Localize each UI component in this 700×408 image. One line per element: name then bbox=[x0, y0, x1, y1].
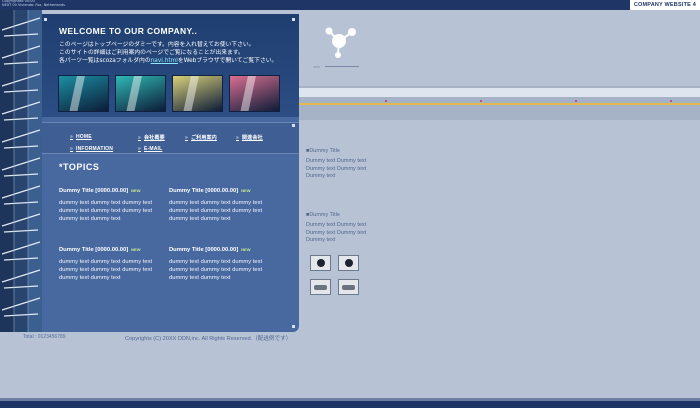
stripe-yellow-line bbox=[299, 103, 700, 105]
side-box-text: Dummy text Dummy text Dummy text Dummy t… bbox=[306, 222, 367, 243]
topic-body: dummy text dummy text dummy text dummy t… bbox=[169, 259, 263, 282]
topics-heading: *TOPICS bbox=[59, 162, 100, 172]
nav-arrow-icon: » bbox=[138, 146, 141, 152]
nav-label: ご利用案内 bbox=[190, 135, 217, 141]
nav-label: 会社概要 bbox=[143, 135, 165, 141]
corner-mark bbox=[292, 124, 295, 127]
building-thumbnail[interactable] bbox=[229, 75, 280, 112]
topic-item: Dummy Title [0000.00.00] NEW dummy text d… bbox=[169, 247, 269, 282]
nav-company-profile[interactable]: » 会社概要 bbox=[138, 134, 165, 141]
site-name-badge: COMPANY WEBSITE 4 bbox=[629, 0, 700, 10]
topic-body: dummy text dummy text dummy text dummy t… bbox=[59, 259, 153, 282]
stripe-highlight bbox=[299, 88, 700, 97]
device-thumbnail[interactable] bbox=[310, 279, 331, 295]
stripe-dot bbox=[575, 100, 577, 102]
side-box-heading: ■Dummy Title bbox=[306, 212, 340, 218]
building-thumbnail[interactable] bbox=[172, 75, 223, 112]
new-badge: NEW bbox=[131, 247, 141, 252]
side-box-1: ■Dummy Title Dummy text Dummy text Dummy… bbox=[306, 148, 368, 181]
nav-arrow-icon: » bbox=[70, 146, 73, 152]
topic-title[interactable]: Dummy Title [0000.00.00] bbox=[59, 188, 128, 194]
intro-line-3: 各パーツ一覧はscozaフォルダ内のnavi.htmlをWebブラウザで開いてご… bbox=[59, 57, 289, 65]
building-image bbox=[0, 10, 42, 332]
new-badge: NEW bbox=[131, 188, 141, 193]
side-box-2: ■Dummy Title Dummy text Dummy text Dummy… bbox=[306, 212, 368, 245]
stripe-dot bbox=[385, 100, 387, 102]
topic-body: dummy text dummy text dummy text dummy t… bbox=[169, 200, 263, 223]
intro-text: このページはトップページのダミーです。内容を入れ替えてお使い下さい。 このサイト… bbox=[59, 41, 289, 65]
nav-label: 関連会社 bbox=[241, 135, 263, 141]
topic-title[interactable]: Dummy Title [0000.00.00] bbox=[169, 247, 238, 253]
top-bar-tiny-text: Copyrighted 00:00 NEXT 00 Vivienda: Fox,… bbox=[2, 0, 65, 7]
nav-label: HOME bbox=[75, 134, 92, 140]
device-thumbnail[interactable] bbox=[338, 279, 359, 295]
corner-mark bbox=[292, 18, 295, 21]
nav-affiliates[interactable]: » 関連会社 bbox=[236, 134, 263, 141]
topic-item: Dummy Title [0000.00.00] NEW dummy text d… bbox=[169, 188, 269, 223]
building-thumbnail[interactable] bbox=[115, 75, 166, 112]
corner-mark bbox=[292, 325, 295, 328]
topic-title[interactable]: Dummy Title [0000.00.00] bbox=[59, 247, 128, 253]
intro-line-2: このサイトの詳細はご利用案内のページでご覧になることが出来ます。 bbox=[59, 50, 244, 56]
main-panel: WELCOME TO OUR COMPANY.. このページはトップページのダミ… bbox=[42, 14, 299, 332]
nav-arrow-icon: » bbox=[185, 135, 188, 141]
speaker-thumbnail[interactable] bbox=[338, 255, 359, 271]
nav-label: E-MAIL bbox=[143, 146, 163, 152]
welcome-section: WELCOME TO OUR COMPANY.. このページはトップページのダミ… bbox=[42, 14, 299, 117]
logo-caption: xxxx bbox=[313, 65, 359, 69]
topic-body: dummy text dummy text dummy text dummy t… bbox=[59, 200, 153, 223]
visitor-counter: Total : 0123456789 bbox=[23, 334, 66, 340]
welcome-heading: WELCOME TO OUR COMPANY.. bbox=[59, 26, 198, 36]
intro-line-3-prefix: 各パーツ一覧はscozaフォルダ内の bbox=[59, 58, 151, 64]
intro-line-3-suffix: をWebブラウザで開いてご覧下さい。 bbox=[177, 58, 278, 64]
topic-title[interactable]: Dummy Title [0000.00.00] bbox=[169, 188, 238, 194]
nav-label: INFORMATION bbox=[75, 146, 114, 152]
side-box-heading: ■Dummy Title bbox=[306, 148, 340, 154]
navigation-menu: » HOME » 会社概要 » ご利用案内 » 関連会社 » INFORMATION » E… bbox=[42, 122, 299, 154]
decorative-stripe bbox=[299, 86, 700, 120]
thumbnail-row bbox=[58, 75, 280, 112]
nav-arrow-icon: » bbox=[138, 135, 141, 141]
nav-usage-guide[interactable]: » ご利用案内 bbox=[185, 134, 217, 141]
nav-arrow-icon: » bbox=[70, 134, 73, 140]
nav-home[interactable]: » HOME bbox=[70, 134, 92, 140]
side-thumbnail-grid bbox=[310, 255, 359, 295]
company-logo-icon[interactable] bbox=[320, 24, 362, 65]
top-bar: Copyrighted 00:00 NEXT 00 Vivienda: Fox,… bbox=[0, 0, 700, 10]
corner-mark bbox=[44, 18, 47, 21]
nav-information[interactable]: » INFORMATION bbox=[70, 146, 113, 152]
stripe-dot bbox=[670, 100, 672, 102]
stripe-dot bbox=[480, 100, 482, 102]
building-thumbnail[interactable] bbox=[58, 75, 109, 112]
nav-arrow-icon: » bbox=[236, 135, 239, 141]
tiny-line-2: NEXT 00 Vivienda: Fox, Netherlands bbox=[2, 2, 65, 7]
side-box-text: Dummy text Dummy text Dummy text Dummy t… bbox=[306, 158, 367, 179]
copyright-text: Copyrights (C) 20XX DDN,inc. All Rights … bbox=[125, 336, 292, 342]
speaker-thumbnail[interactable] bbox=[310, 255, 331, 271]
bottom-bar bbox=[0, 398, 700, 408]
navi-html-link[interactable]: navi.html bbox=[151, 58, 178, 64]
new-badge: NEW bbox=[241, 247, 251, 252]
nav-email[interactable]: » E-MAIL bbox=[138, 146, 162, 152]
new-badge: NEW bbox=[241, 188, 251, 193]
intro-line-1: このページはトップページのダミーです。内容を入れ替えてお使い下さい。 bbox=[59, 42, 255, 48]
topic-item: Dummy Title [0000.00.00] NEW dummy text d… bbox=[59, 247, 159, 282]
topic-item: Dummy Title [0000.00.00] NEW dummy text d… bbox=[59, 188, 159, 223]
